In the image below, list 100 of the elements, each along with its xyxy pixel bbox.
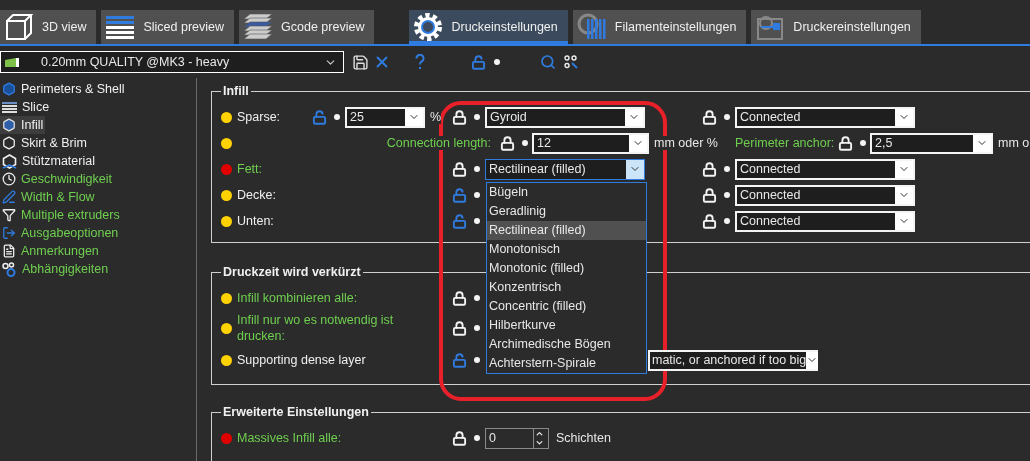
- clock-icon: [2, 172, 16, 186]
- unit-label: mm oder %: [651, 136, 718, 150]
- sidebar-item[interactable]: Width & Flow: [0, 188, 97, 206]
- dropdown-item[interactable]: Achterstern-Spirale: [487, 353, 646, 373]
- dropdown-item[interactable]: Monotonic (filled): [487, 258, 646, 278]
- help-icon[interactable]: [415, 54, 425, 70]
- number-combo[interactable]: 2,5: [870, 132, 993, 154]
- document-icon: [2, 244, 16, 258]
- open-lock-icon[interactable]: [451, 187, 467, 203]
- sidebar-item[interactable]: Slice: [0, 98, 52, 116]
- pattern-combo[interactable]: Connected: [735, 210, 915, 232]
- lock-icon[interactable]: [451, 109, 467, 125]
- printer-icon: [755, 13, 786, 41]
- lock-icon[interactable]: [837, 135, 853, 151]
- pattern-combo[interactable]: Gyroid: [485, 106, 645, 128]
- field-label: Massives Infill alle:: [237, 430, 343, 446]
- hexagon-icon: [2, 118, 16, 132]
- lock-icon[interactable]: [701, 109, 717, 125]
- layers-icon: [105, 14, 136, 40]
- dot-icon: [723, 166, 730, 172]
- gear-icon: [413, 12, 444, 42]
- sidebar-item[interactable]: Infill: [0, 116, 46, 134]
- open-lock-icon[interactable]: [312, 109, 327, 125]
- group-title: Erweiterte Einstellungen: [222, 405, 370, 419]
- settings-icon[interactable]: [564, 55, 578, 69]
- lock-icon[interactable]: [499, 135, 515, 151]
- support-combo[interactable]: matic, or anchored if too big: [648, 349, 818, 371]
- open-lock-icon[interactable]: [451, 352, 467, 368]
- sidebar-item[interactable]: Abhängigkeiten: [0, 260, 111, 278]
- flag-icon: [5, 57, 19, 67]
- lock-icon[interactable]: [701, 213, 717, 229]
- hexagon-icon: [2, 153, 17, 169]
- dropdown-item[interactable]: Hilbertkurve: [487, 315, 646, 335]
- tab[interactable]: Sliced preview: [101, 10, 235, 44]
- stack-icon: [243, 13, 274, 41]
- group-title: Infill: [222, 84, 250, 98]
- lock-icon[interactable]: [451, 320, 467, 336]
- dropdown-item[interactable]: Archimedische Bögen: [487, 334, 646, 354]
- cube-icon: [4, 13, 34, 41]
- lock-icon[interactable]: [451, 430, 467, 446]
- lock-icon[interactable]: [701, 187, 717, 203]
- dot-icon: [473, 295, 480, 301]
- dot-icon: [494, 59, 500, 65]
- sidebar-item[interactable]: Geschwindigkeit: [0, 170, 114, 188]
- layers-icon: [2, 100, 17, 114]
- sidebar-item[interactable]: Multiple extruders: [0, 206, 122, 224]
- dot-icon: [723, 114, 730, 120]
- dropdown-item[interactable]: Bügeln: [487, 182, 646, 202]
- lock-icon[interactable]: [451, 161, 467, 177]
- field-label: Infill nur wo es notwendig ist drucken:: [237, 312, 395, 344]
- preset-combo[interactable]: 0.20mm QUALITY @MK3 - heavy: [0, 51, 344, 73]
- number-combo[interactable]: 25: [345, 106, 425, 128]
- dot-icon: [473, 114, 480, 120]
- field-label: Supporting dense layer: [237, 352, 367, 368]
- dot-icon: [333, 114, 340, 120]
- open-lock-icon[interactable]: [451, 213, 467, 229]
- tab[interactable]: Druckereinstellungen: [751, 10, 921, 44]
- spool-icon: [576, 13, 607, 41]
- dot-icon: [473, 435, 480, 441]
- tab[interactable]: 3D view: [0, 10, 97, 44]
- dropdown-item[interactable]: Konzentrisch: [487, 277, 646, 297]
- dot-icon: [723, 218, 730, 224]
- pattern-combo[interactable]: Connected: [735, 184, 915, 206]
- pen-icon: [2, 190, 16, 204]
- dot-icon: [473, 325, 480, 331]
- number-spinner[interactable]: 0: [485, 427, 549, 449]
- unit-label: %: [427, 110, 442, 124]
- dot-icon: [859, 140, 866, 146]
- dot-icon: [473, 192, 480, 198]
- dot-icon: [723, 192, 730, 198]
- number-combo[interactable]: 12: [532, 132, 649, 154]
- search-icon[interactable]: [540, 54, 556, 70]
- hexagon-icon: [2, 82, 16, 96]
- save-icon[interactable]: [352, 53, 369, 71]
- field-label: Infill kombinieren alle:: [237, 290, 359, 306]
- pattern-combo[interactable]: Connected: [735, 106, 915, 128]
- output-icon: [2, 226, 16, 240]
- field-label: Perimeter anchor:: [735, 136, 835, 150]
- lock-icon[interactable]: [701, 161, 717, 177]
- dot-icon: [473, 218, 480, 224]
- sidebar-item[interactable]: Perimeters & Shell: [0, 80, 127, 98]
- dropdown-item[interactable]: Geradlinig: [487, 201, 646, 221]
- open-lock-icon[interactable]: [471, 54, 486, 70]
- dropdown-item[interactable]: Monotonisch: [487, 239, 646, 259]
- dropdown-item[interactable]: Concentric (filled): [487, 296, 646, 316]
- down-icon[interactable]: [534, 438, 545, 448]
- dot-icon: [473, 166, 480, 172]
- sidebar-item[interactable]: Ausgabeoptionen: [0, 224, 121, 242]
- dot-icon: [473, 357, 480, 363]
- dot-icon: [521, 140, 528, 146]
- sidebar-item[interactable]: Stützmaterial: [0, 152, 97, 170]
- funnel-icon: [2, 208, 16, 222]
- tab[interactable]: Filamenteinstellungen: [572, 10, 747, 44]
- lock-icon[interactable]: [451, 290, 467, 306]
- tab[interactable]: Gcode preview: [239, 10, 375, 44]
- sidebar-item[interactable]: Anmerkungen: [0, 242, 101, 260]
- pattern-combo[interactable]: Connected: [735, 158, 915, 180]
- sidebar-item[interactable]: Skirt & Brim: [0, 134, 89, 152]
- dropdown-item[interactable]: Rectilinear (filled): [487, 220, 646, 240]
- tab[interactable]: Druckeinstellungen: [409, 10, 568, 44]
